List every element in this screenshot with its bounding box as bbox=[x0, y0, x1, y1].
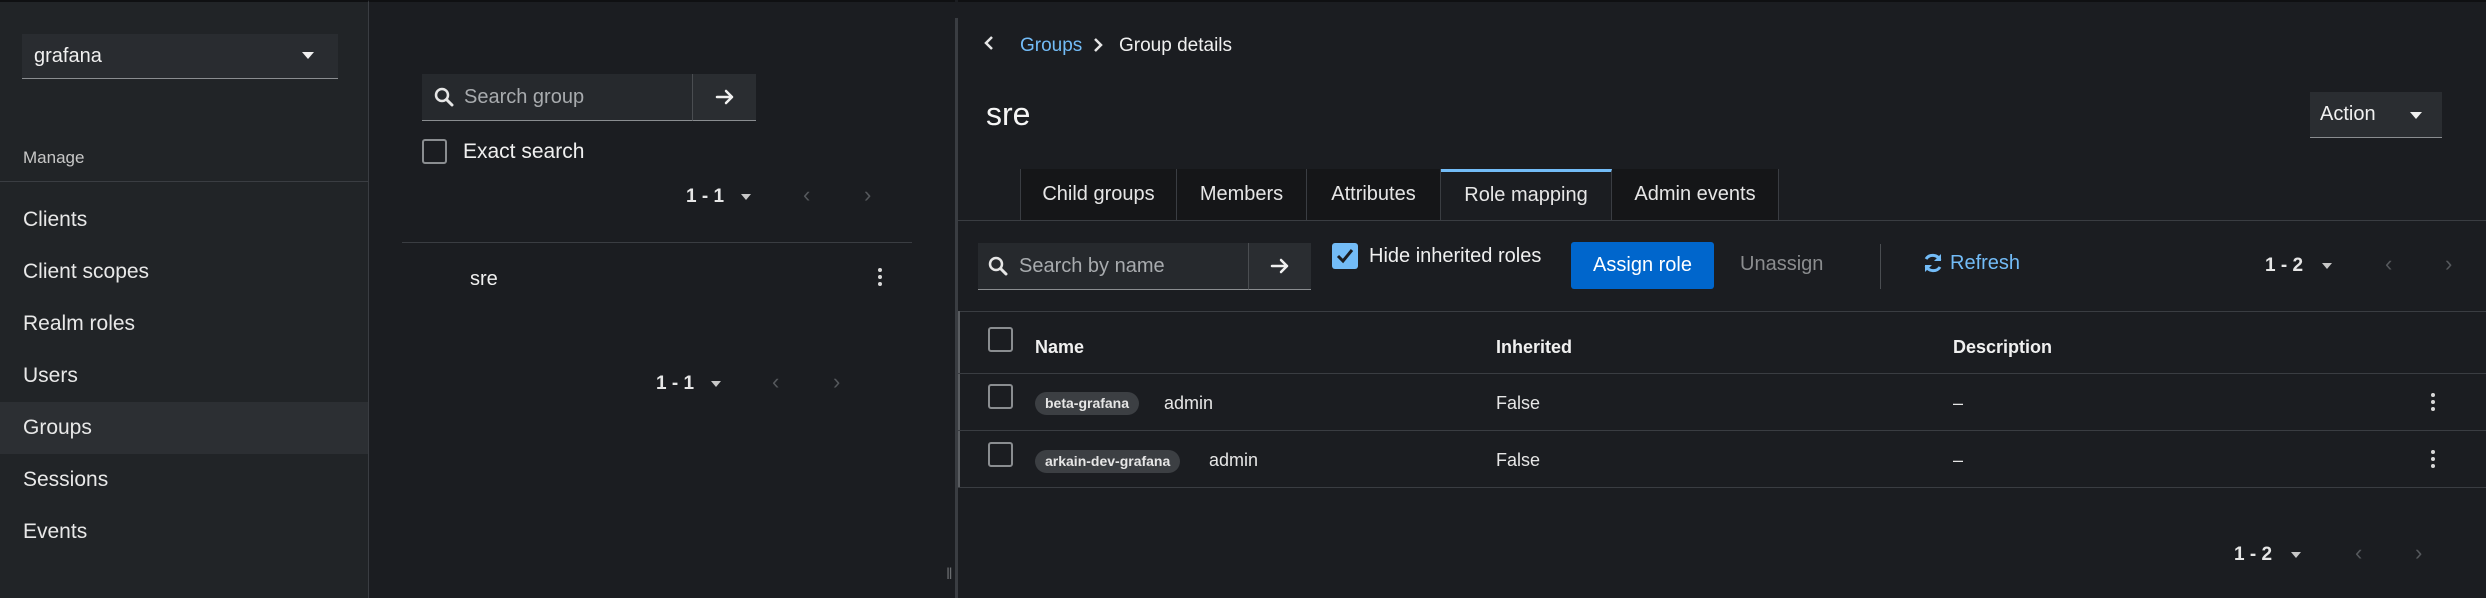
unassign-button[interactable]: Unassign bbox=[1740, 253, 1823, 276]
next-page-icon[interactable]: › bbox=[833, 369, 840, 395]
group-kebab-icon[interactable] bbox=[876, 268, 884, 289]
tab-label: Child groups bbox=[1042, 183, 1155, 205]
sidebar-item-clients[interactable]: Clients bbox=[0, 194, 368, 246]
sidebar-item-label: Realm roles bbox=[23, 312, 136, 335]
breadcrumb-separator-icon bbox=[1094, 38, 1103, 52]
assign-role-button[interactable]: Assign role bbox=[1571, 242, 1714, 289]
checkmark-icon bbox=[1336, 249, 1354, 264]
tabs-divider bbox=[958, 220, 2486, 221]
tab-label: Role mapping bbox=[1464, 184, 1588, 206]
column-header-description: Description bbox=[1953, 337, 2053, 357]
arrow-right-icon bbox=[1270, 258, 1289, 274]
refresh-button[interactable]: Refresh bbox=[1922, 252, 2020, 274]
refresh-label: Refresh bbox=[1950, 252, 2021, 274]
caret-down-icon bbox=[2410, 112, 2422, 119]
client-badge: beta-grafana bbox=[1035, 392, 1140, 415]
pagination-caret-icon[interactable] bbox=[2291, 552, 2301, 558]
realm-selector-value: grafana bbox=[34, 45, 102, 67]
page-title: sre bbox=[986, 96, 1031, 132]
tab-child-groups[interactable]: Child groups bbox=[1020, 169, 1177, 220]
next-page-icon[interactable]: › bbox=[2415, 540, 2422, 566]
row-kebab-icon[interactable] bbox=[2429, 450, 2437, 471]
group-details-panel bbox=[958, 0, 2486, 598]
sidebar-item-label: Clients bbox=[23, 208, 88, 231]
row-checkbox[interactable] bbox=[988, 442, 1013, 467]
refresh-icon bbox=[1924, 253, 1942, 273]
search-icon bbox=[988, 256, 1008, 276]
role-name: admin bbox=[1209, 450, 1259, 470]
toolbar-divider bbox=[1880, 244, 1881, 289]
tab-label: Attributes bbox=[1331, 183, 1416, 205]
column-header-name[interactable]: Name bbox=[1035, 337, 1084, 358]
tab-role-mapping[interactable]: Role mapping bbox=[1441, 169, 1612, 221]
inherited-value: False bbox=[1496, 450, 1541, 470]
pagination-caret-icon[interactable] bbox=[711, 381, 721, 387]
sidebar-item-sessions[interactable]: Sessions bbox=[0, 454, 368, 506]
group-search-submit-button[interactable] bbox=[692, 74, 756, 121]
tab-members[interactable]: Members bbox=[1177, 169, 1307, 220]
pagination-range: 1 - 1 bbox=[656, 373, 695, 394]
exact-search-label: Exact search bbox=[463, 140, 585, 163]
caret-down-icon bbox=[302, 52, 314, 59]
assign-role-label: Assign role bbox=[1593, 254, 1692, 276]
sidebar-item-label: Events bbox=[23, 520, 88, 543]
sidebar-item-label: Client scopes bbox=[23, 260, 150, 283]
row-divider bbox=[958, 487, 2486, 488]
row-checkbox[interactable] bbox=[988, 384, 1013, 409]
sidebar-item-label: Users bbox=[23, 364, 78, 387]
pagination-caret-icon[interactable] bbox=[2322, 263, 2332, 269]
nav-section-label: Manage bbox=[23, 148, 85, 167]
tab-attributes[interactable]: Attributes bbox=[1307, 169, 1441, 220]
tab-label: Members bbox=[1199, 183, 1284, 205]
group-list-item[interactable]: sre bbox=[470, 268, 498, 291]
previous-page-icon[interactable]: ‹ bbox=[2355, 540, 2362, 566]
tab-label: Admin events bbox=[1634, 183, 1756, 205]
breadcrumb-link-groups[interactable]: Groups bbox=[1020, 35, 1082, 57]
hide-inherited-checkbox[interactable] bbox=[1332, 243, 1358, 269]
pagination-range: 1 - 2 bbox=[2265, 255, 2304, 276]
tab-admin-events[interactable]: Admin events bbox=[1612, 169, 1779, 220]
row-kebab-icon[interactable] bbox=[2429, 393, 2437, 414]
sidebar-item-groups[interactable]: Groups bbox=[0, 402, 368, 454]
column-header-inherited: Inherited bbox=[1496, 337, 1573, 357]
pagination-range: 1 - 2 bbox=[2234, 544, 2273, 565]
breadcrumb-current: Group details bbox=[1119, 35, 1233, 56]
pagination-range: 1 - 1 bbox=[686, 186, 725, 207]
table-row bbox=[958, 431, 2486, 488]
table-top-divider bbox=[958, 311, 2486, 312]
sidebar-item-users[interactable]: Users bbox=[0, 350, 368, 402]
breadcrumb-back-icon[interactable] bbox=[984, 36, 994, 50]
sidebar-item-client-scopes[interactable]: Client scopes bbox=[0, 246, 368, 298]
hide-inherited-label: Hide inherited roles bbox=[1369, 245, 1542, 267]
role-search-input[interactable]: Search by name bbox=[978, 243, 1248, 290]
splitter-grip-icon[interactable]: ‖ bbox=[946, 566, 953, 584]
group-search-placeholder: Search group bbox=[464, 86, 585, 108]
role-search-placeholder: Search by name bbox=[1019, 255, 1165, 277]
action-dropdown-button[interactable]: Action bbox=[2310, 92, 2442, 138]
action-label: Action bbox=[2320, 103, 2376, 125]
nav-divider bbox=[0, 181, 368, 182]
previous-page-icon[interactable]: ‹ bbox=[803, 182, 810, 208]
sidebar-item-label: Sessions bbox=[23, 468, 109, 491]
sidebar-item-events[interactable]: Events bbox=[0, 506, 368, 558]
group-list-divider bbox=[402, 242, 912, 243]
next-page-icon[interactable]: › bbox=[2445, 251, 2452, 277]
search-icon bbox=[434, 87, 454, 107]
role-name: admin bbox=[1164, 393, 1214, 413]
role-search-submit-button[interactable] bbox=[1248, 243, 1311, 290]
description-value: – bbox=[1953, 393, 1964, 413]
realm-selector[interactable]: grafana bbox=[22, 34, 338, 79]
arrow-right-icon bbox=[715, 89, 733, 105]
client-badge: arkain-dev-grafana bbox=[1035, 450, 1181, 473]
inherited-value: False bbox=[1496, 393, 1541, 413]
previous-page-icon[interactable]: ‹ bbox=[772, 369, 779, 395]
sidebar-item-realm-roles[interactable]: Realm roles bbox=[0, 298, 368, 350]
previous-page-icon[interactable]: ‹ bbox=[2385, 251, 2392, 277]
next-page-icon[interactable]: › bbox=[864, 182, 871, 208]
sidebar-item-label: Groups bbox=[23, 416, 92, 439]
select-all-checkbox[interactable] bbox=[988, 327, 1013, 352]
exact-search-checkbox[interactable] bbox=[422, 139, 447, 164]
pagination-caret-icon[interactable] bbox=[741, 194, 751, 200]
description-value: – bbox=[1953, 450, 1964, 470]
